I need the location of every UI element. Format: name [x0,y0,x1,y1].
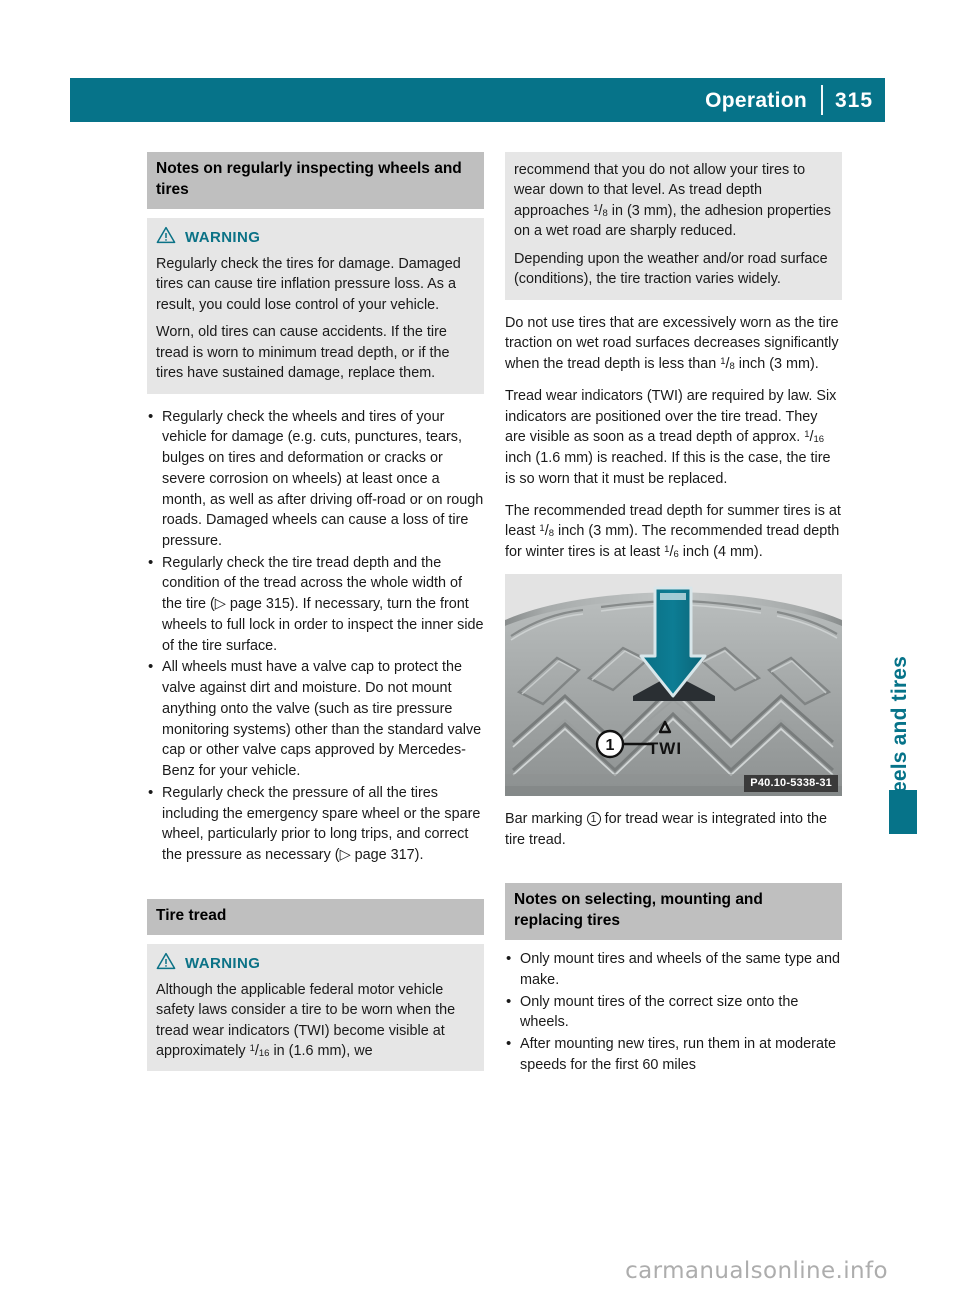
fraction-denominator: 16 [813,434,825,446]
page-body: Notes on regularly inspecting wheels and… [0,0,960,1302]
paragraph-excessive-wear: Do not use tires that are excessively wo… [505,313,842,375]
fraction-numerator: 1 [720,356,726,368]
tire-tread-twi-figure: 1 TWI P40.10-5338-31 [505,573,842,796]
paragraph-recommended-depth: The recommended tread depth for summer t… [505,501,842,563]
warning-paragraph: Worn, old tires can cause accidents. If … [156,324,450,382]
tire-tread-illustration: 1 TWI [505,573,842,796]
left-column: Notes on regularly inspecting wheels and… [147,152,484,1084]
paragraph-text-after: inch (1.6 mm) is reached. If this is the… [505,450,831,487]
list-item: After mounting new tires, run them in at… [505,1033,842,1075]
list-item: Only mount tires and wheels of the same … [505,948,842,990]
warning-box-tread-wear: WARNING Although the applicable federal … [147,943,484,1072]
section-heading-selecting-mounting: Notes on selecting, mounting and replaci… [505,883,842,941]
warning-paragraph: Depending upon the weather and/or road s… [514,250,828,288]
site-watermark: carmanualsonline.info [625,1258,888,1284]
fraction-one-sixth: 1/6 [664,544,679,561]
warning-paragraph: Although the applicable federal motor ve… [156,980,475,1062]
mounting-bullet-list: Only mount tires and wheels of the same … [505,948,842,1075]
warning-box-continued: recommend that you do not allow your tir… [505,152,842,300]
fraction-one-eighth: 1/8 [539,523,554,540]
paragraph-twi-indicators: Tread wear indicators (TWI) are required… [505,386,842,490]
warning-triangle-icon [156,226,176,249]
svg-text:1: 1 [606,737,615,754]
warning-header: WARNING [156,952,475,975]
section-heading-tire-tread: Tire tread [147,898,484,935]
warning-label: WARNING [185,954,261,972]
fraction-numerator: 1 [804,429,810,441]
callout-reference-1: 1 [586,812,601,827]
svg-text:TWI: TWI [648,739,682,758]
fraction-numerator: 1 [664,544,670,556]
fraction-numerator: 1 [249,1043,255,1055]
warning-paragraph: Regularly check the tires for damage. Da… [156,255,461,313]
fraction-one-sixteenth: 1/16 [804,429,825,446]
list-item: Only mount tires of the correct size ont… [505,991,842,1033]
paragraph-text-after: inch (3 mm). [734,356,819,373]
warning-header: WARNING [156,226,475,249]
warning-label: WARNING [185,228,261,246]
chapter-edge-tab: Wheels and tires [888,556,918,826]
chapter-edge-marker [889,790,917,834]
warning-text-after: in (1.6 mm), we [269,1043,373,1059]
fraction-denominator: 16 [258,1048,270,1060]
warning-box-tire-damage: WARNING Regularly check the tires for da… [147,217,484,394]
list-item: Regularly check the tire tread depth and… [147,552,484,657]
fraction-numerator: 1 [539,523,545,535]
figure-note-before: Bar marking [505,810,587,827]
list-item: All wheels must have a valve cap to prot… [147,656,484,781]
list-item: Regularly check the wheels and tires of … [147,406,484,552]
paragraph-text-before: Tread wear indicators (TWI) are required… [505,387,837,446]
section-heading-inspecting-wheels: Notes on regularly inspecting wheels and… [147,152,484,209]
fraction-one-eighth: 1/8 [720,356,735,373]
inspection-bullet-list: Regularly check the wheels and tires of … [147,406,484,866]
figure-note: Bar marking 1 for tread wear is integrat… [505,809,842,850]
fraction-one-sixteenth: 1/16 [249,1043,270,1060]
figure-caption: P40.10-5338-31 [744,774,838,792]
list-item: Regularly check the pressure of all the … [147,782,484,866]
warning-triangle-icon [156,952,176,975]
warning-paragraph: recommend that you do not allow your tir… [514,160,833,242]
fraction-one-eighth: 1/8 [593,202,608,220]
right-column: recommend that you do not allow your tir… [505,152,842,1087]
paragraph-text-after: inch (4 mm). [678,544,763,561]
fraction-numerator: 1 [593,202,599,214]
